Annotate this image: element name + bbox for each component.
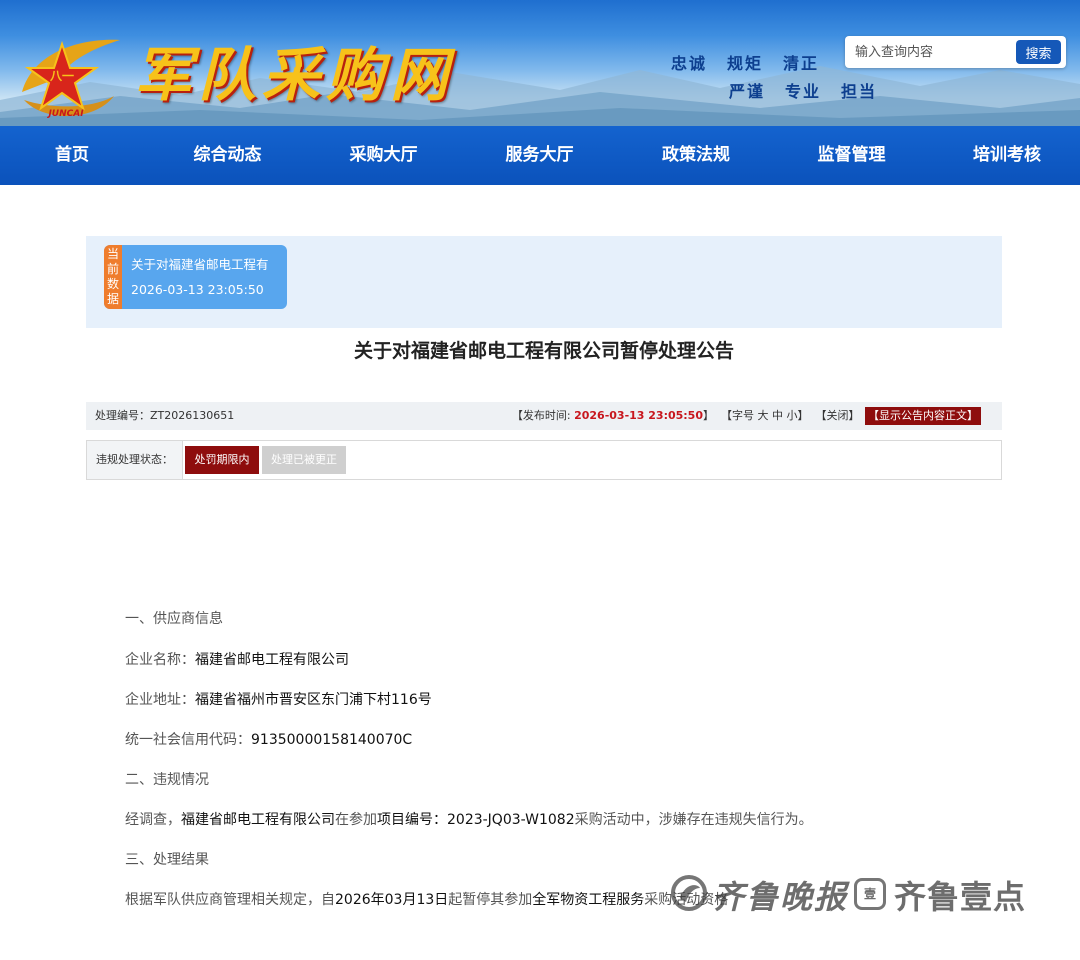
- motto-word: 专业: [785, 82, 822, 101]
- company-name-line: 企业名称：福建省邮电工程有限公司: [125, 649, 349, 669]
- motto-line-2: 严谨 专业 担当: [729, 78, 897, 102]
- status-inactive-badge: 处理已被更正: [262, 446, 346, 474]
- nav-item-training[interactable]: 培训考核: [934, 126, 1080, 185]
- motto-word: 严谨: [729, 82, 766, 101]
- army-star-logo-icon: 八一 JUNCAI: [22, 39, 120, 119]
- motto-word: 忠诚: [671, 54, 708, 73]
- nav-item-procurement[interactable]: 采购大厅: [311, 126, 456, 185]
- section-supplier-heading: 一、供应商信息: [125, 611, 223, 627]
- current-data-tag: 当前数据: [104, 245, 122, 309]
- nav-item-home[interactable]: 首页: [0, 126, 144, 185]
- watermark: 齐鲁晚报 壹 齐鲁壹点: [666, 864, 1046, 924]
- watermark-brand-2: 齐鲁壹点: [894, 878, 1027, 916]
- close-link[interactable]: 【关闭】: [816, 409, 860, 422]
- company-name-value: 福建省邮电工程有限公司: [195, 652, 349, 668]
- nav-item-news[interactable]: 综合动态: [144, 126, 311, 185]
- violation-company: 福建省邮电工程有限公司: [181, 812, 335, 828]
- credit-code-line: 统一社会信用代码：91350000158140070C: [125, 729, 412, 749]
- notice-code-value: ZT2026130651: [150, 409, 235, 422]
- violation-text-1: 经调查，: [125, 812, 181, 828]
- motto-line-1: 忠诚 规矩 清正: [671, 50, 839, 74]
- credit-code-value: 91350000158140070C: [251, 732, 413, 748]
- nav-item-policy[interactable]: 政策法规: [623, 126, 769, 185]
- violation-status-label: 违规处理状态：: [87, 441, 183, 479]
- company-name-label: 企业名称：: [125, 652, 195, 668]
- logo-emblem-text: 八一: [49, 69, 74, 83]
- current-data-panel: 当前数据 关于对福建省邮电工程有 2026-03-13 23:05:50: [86, 236, 1002, 328]
- current-data-card[interactable]: 当前数据 关于对福建省邮电工程有 2026-03-13 23:05:50: [104, 245, 287, 309]
- font-large-link[interactable]: 大: [758, 409, 769, 422]
- company-address-line: 企业地址：福建省福州市晋安区东门浦下村116号: [125, 689, 432, 709]
- section-result-heading: 三、处理结果: [125, 852, 209, 868]
- search-box: 搜索: [845, 36, 1066, 68]
- notice-title: 关于对福建省邮电工程有限公司暂停处理公告: [353, 340, 734, 362]
- font-medium-link[interactable]: 中: [772, 409, 783, 422]
- nav-item-services[interactable]: 服务大厅: [456, 126, 623, 185]
- publish-prefix: 【发布时间:: [511, 409, 575, 422]
- violation-project: 项目编号：2023-JQ03-W1082: [377, 812, 575, 828]
- qilu-logo-icon: [671, 875, 707, 911]
- publish-suffix: 】: [703, 409, 714, 422]
- font-size-label: 【字号: [721, 409, 754, 422]
- result-date: 2026年03月13日: [335, 892, 449, 908]
- logo-emblem-subtext: JUNCAI: [46, 109, 84, 119]
- motto-word: 清正: [783, 54, 820, 73]
- notice-code: 处理编号：ZT2026130651: [95, 402, 234, 430]
- section-violation-heading: 二、违规情况: [125, 772, 209, 788]
- current-data-time: 2026-03-13 23:05:50: [131, 282, 264, 297]
- violation-status-row: 违规处理状态： 处罚期限内 处理已被更正: [86, 440, 1002, 480]
- show-content-button[interactable]: 【显示公告内容正文】: [865, 407, 981, 425]
- motto-word: 担当: [841, 82, 878, 101]
- violation-text-2: 在参加: [335, 812, 377, 828]
- watermark-badge: 壹: [854, 878, 886, 910]
- result-scope: 全军物资工程服务: [532, 892, 645, 908]
- result-text-2: 起暂停其参加: [448, 892, 533, 908]
- nav-item-supervision[interactable]: 监督管理: [769, 126, 934, 185]
- result-text-1: 根据军队供应商管理相关规定，自: [125, 892, 335, 908]
- notice-code-label: 处理编号：: [95, 409, 150, 422]
- notice-meta: 【发布时间: 2026-03-13 23:05:50】 【字号 大 中 小】 【…: [512, 402, 981, 430]
- watermark-brand-1: 齐鲁晚报: [712, 878, 849, 916]
- search-input[interactable]: [849, 40, 1009, 64]
- violation-paragraph: 经调查，福建省邮电工程有限公司在参加项目编号：2023-JQ03-W1082采购…: [125, 809, 813, 829]
- motto-word: 规矩: [727, 54, 764, 73]
- main-nav: 首页 综合动态 采购大厅 服务大厅 政策法规 监督管理 培训考核: [0, 126, 1080, 185]
- font-small-link[interactable]: 小: [787, 409, 798, 422]
- site-title[interactable]: 军队采购网: [134, 40, 454, 110]
- current-data-title: 关于对福建省邮电工程有: [131, 257, 269, 272]
- font-size-end: 】: [797, 409, 809, 422]
- search-button[interactable]: 搜索: [1016, 40, 1061, 64]
- violation-text-3: 采购活动中，涉嫌存在违规失信行为。: [574, 812, 813, 828]
- credit-code-label: 统一社会信用代码：: [125, 732, 251, 748]
- site-header: 八一 JUNCAI 军队采购网 忠诚规矩清正 严谨专业担当 搜索: [0, 0, 1080, 126]
- company-address-label: 企业地址：: [125, 692, 195, 708]
- company-address-value: 福建省福州市晋安区东门浦下村116号: [195, 692, 432, 708]
- result-paragraph: 根据军队供应商管理相关规定，自2026年03月13日起暂停其参加全军物资工程服务…: [125, 889, 728, 909]
- status-active-badge: 处罚期限内: [185, 446, 259, 474]
- publish-time: 2026-03-13 23:05:50: [574, 409, 703, 422]
- notice-info-bar: 处理编号：ZT2026130651 【发布时间: 2026-03-13 23:0…: [86, 402, 1002, 430]
